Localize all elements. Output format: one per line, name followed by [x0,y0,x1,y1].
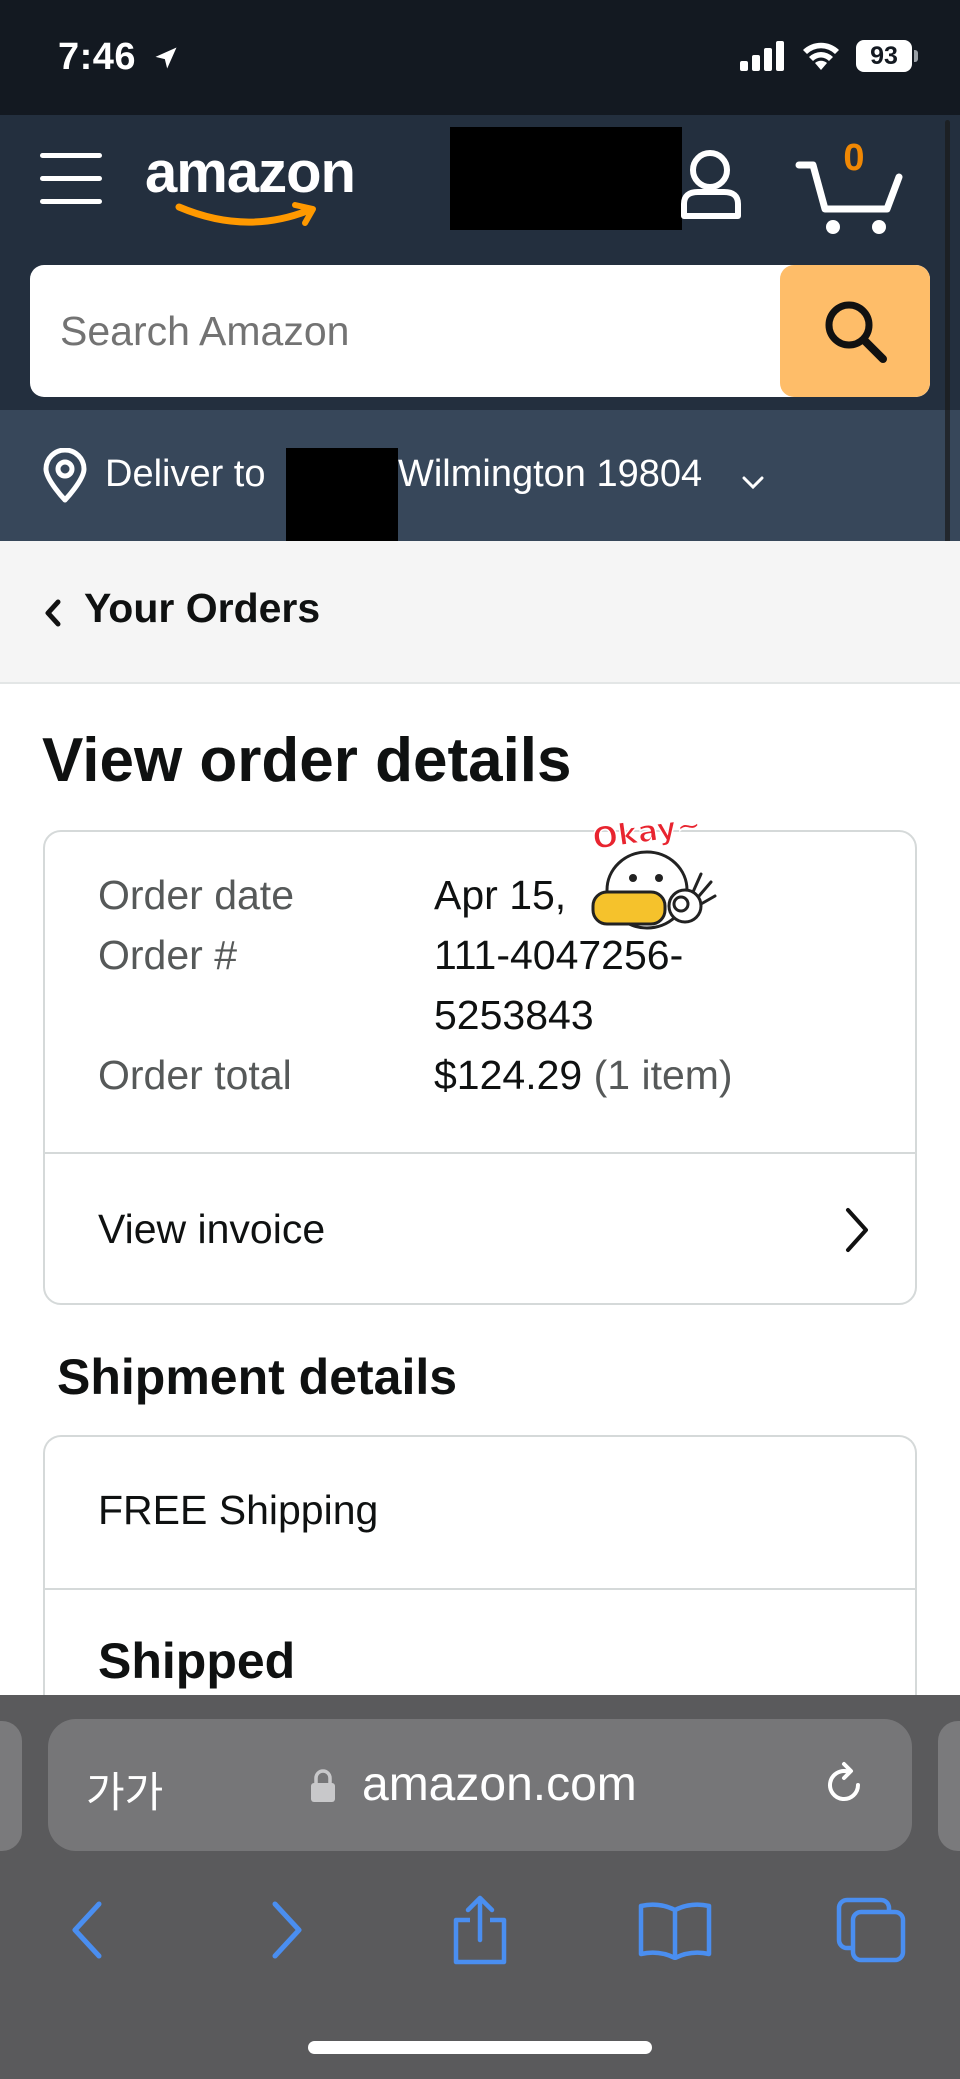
status-time: 7:46 [58,36,137,78]
chevron-right-icon [846,1208,868,1252]
order-number-line2: 5253843 [434,992,594,1038]
scrollbar[interactable] [945,120,950,602]
search-bar [30,265,930,397]
order-number-label: Order # [98,932,237,978]
order-date-value: Apr 15, [434,872,567,918]
redacted-block [450,127,682,230]
okay-duck-sticker: Okay~ [590,808,717,930]
deliver-label: Deliver to [105,453,266,495]
logo-wordmark: amazon [145,140,356,205]
battery-level: 93 [856,40,912,72]
order-total-value: $124.29 (1 item) [434,1052,733,1099]
battery-cap [914,50,918,62]
page-title: View order details [42,726,572,795]
chevron-left-icon [72,1901,102,1959]
url-text: amazon.com [362,1758,637,1811]
sticker-text: Okay~ [590,808,703,857]
deliver-location: Wilmington 19804 [398,453,703,495]
location-pin-icon [43,448,87,503]
shipment-details-heading: Shipment details [57,1349,458,1405]
home-indicator[interactable] [308,2041,652,2054]
order-date-label: Order date [98,872,294,918]
chevron-down-icon [742,476,764,490]
tabs-icon [836,1897,906,1963]
shipment-card: FREE Shipping Shipped [43,1435,917,1695]
search-button[interactable] [780,265,930,397]
browser-chrome: 가가 amazon.com [0,1695,960,2079]
address-bar[interactable]: 가가 amazon.com [48,1719,912,1851]
shipment-status: Shipped [98,1633,296,1689]
chevron-right-icon [272,1901,302,1959]
previous-tab-edge[interactable] [0,1721,22,1851]
amazon-logo[interactable]: amazon [145,139,385,231]
reload-icon[interactable] [818,1759,870,1811]
chevron-left-icon [45,599,61,627]
breadcrumb[interactable]: Your Orders [0,541,960,684]
search-icon [825,301,887,363]
cart-button[interactable]: 0 [795,137,905,237]
deliver-to-bar[interactable]: Deliver to Wilmington 19804 [0,120,960,602]
order-total-amount: $124.29 [434,1052,583,1098]
divider [45,1588,915,1590]
breadcrumb-your-orders[interactable]: Your Orders [84,585,320,632]
redacted-block [286,448,398,543]
share-button[interactable] [435,1885,525,1975]
shipping-speed: FREE Shipping [98,1487,379,1533]
browser-toolbar [0,1885,960,1995]
book-icon [638,1902,712,1960]
account-icon[interactable] [678,148,746,220]
cart-icon [795,161,903,234]
site-header: amazon 0 [0,115,960,410]
order-total-label: Order total [98,1052,292,1098]
bookmarks-button[interactable] [630,1885,720,1975]
next-tab-edge[interactable] [938,1721,960,1851]
forward-button[interactable] [242,1885,332,1975]
back-button[interactable] [42,1885,132,1975]
order-summary-card: Order date Apr 15, Order # 111-4047256- … [43,830,917,1305]
lock-icon [311,1769,335,1802]
page-settings-button[interactable]: 가가 [86,1759,163,1820]
status-bar: 7:46 93 [0,0,960,115]
tabs-button[interactable] [826,1885,916,1975]
status-indicators: 93 [740,40,918,72]
battery-indicator: 93 [856,40,918,72]
hamburger-menu-icon[interactable] [40,153,102,209]
wifi-icon [803,42,839,70]
view-invoice-label: View invoice [98,1206,326,1252]
view-invoice-row[interactable]: View invoice [45,1154,915,1303]
logo-smile-icon [175,202,316,226]
cellular-signal-icon [740,41,784,71]
location-arrow-icon [155,47,177,69]
share-icon [453,1895,507,1965]
search-input[interactable] [30,265,782,397]
order-total-items: (1 item) [593,1052,733,1098]
